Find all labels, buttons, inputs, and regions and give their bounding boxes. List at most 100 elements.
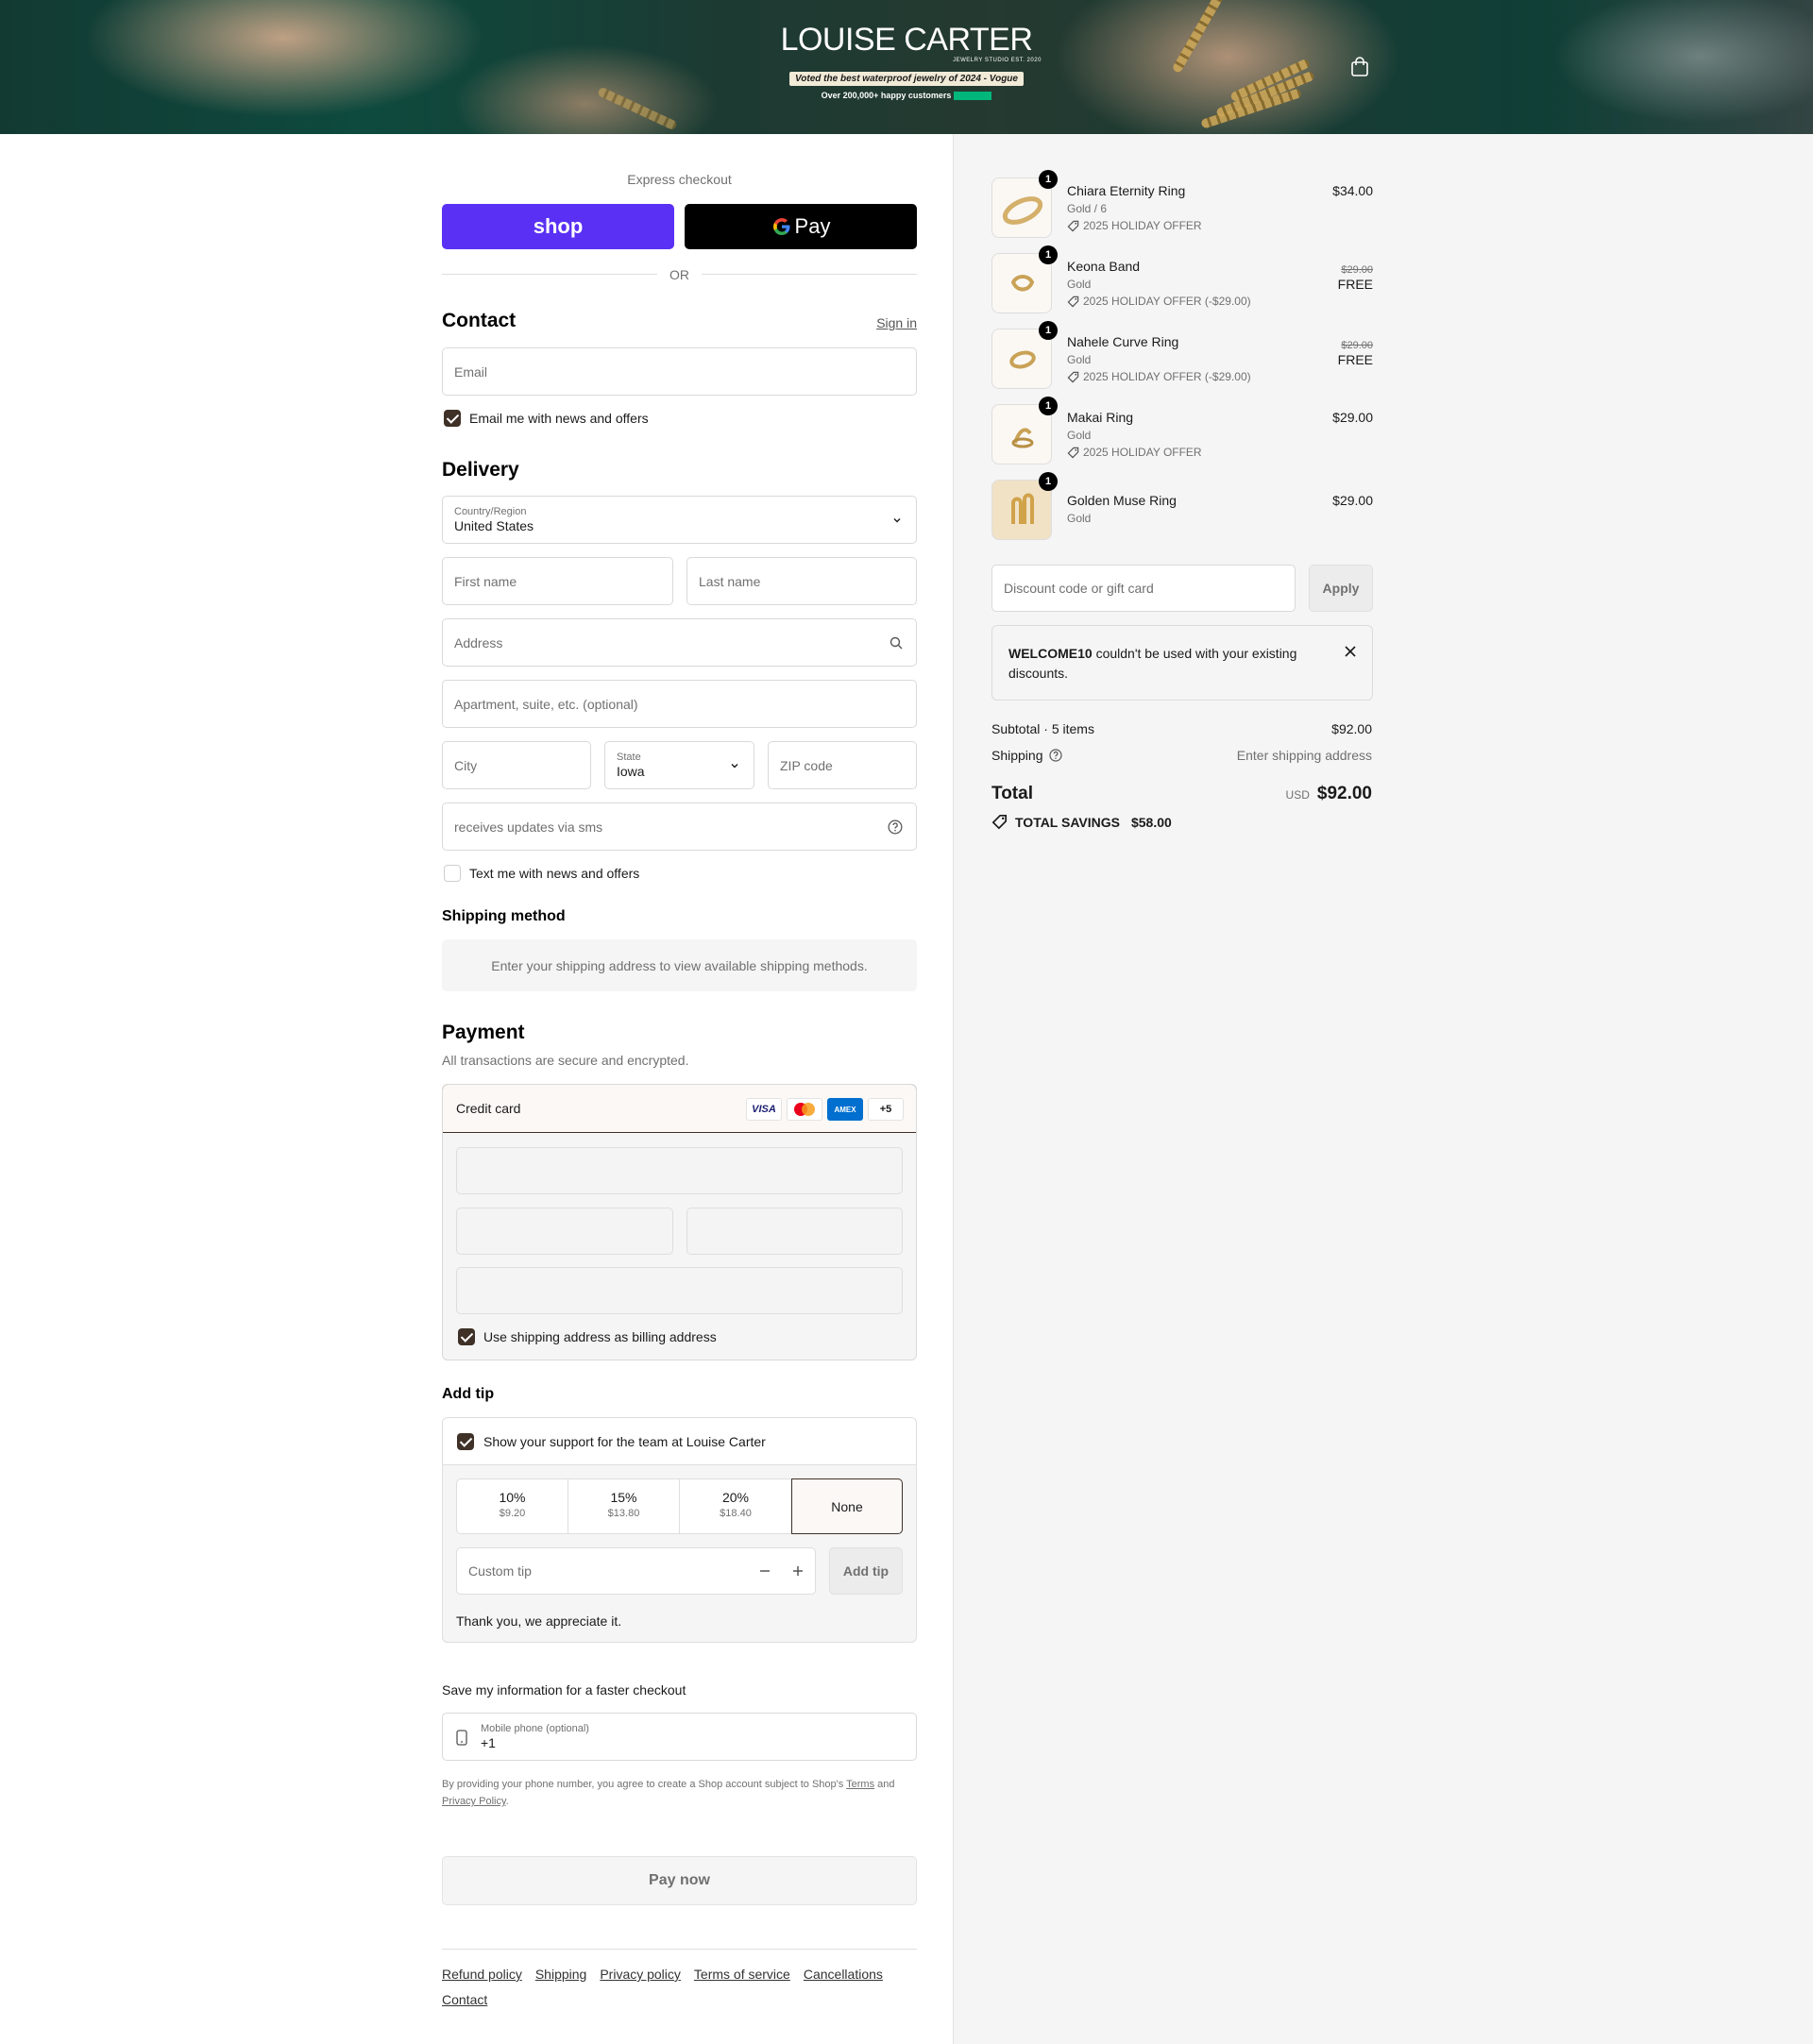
custom-tip-input[interactable]: Custom tip (456, 1547, 816, 1595)
item-price: $34.00 (1332, 183, 1373, 198)
pay-now-button[interactable]: Pay now (442, 1856, 917, 1905)
item-offer: 2025 HOLIDAY OFFER (-$29.00) (1067, 370, 1251, 383)
first-name-field[interactable]: First name (442, 557, 673, 605)
address-field[interactable]: Address (442, 618, 917, 667)
tip-option-10[interactable]: 10% $9.20 (457, 1479, 568, 1533)
quantity-badge: 1 (1039, 170, 1058, 189)
tip-option-none[interactable]: None (791, 1478, 903, 1534)
mobile-phone-stack: Mobile phone (optional) +1 (481, 1722, 589, 1751)
mobile-phone-field[interactable]: Mobile phone (optional) +1 (442, 1713, 917, 1761)
item-variant: Gold (1067, 429, 1092, 442)
city-field[interactable]: City (442, 741, 591, 789)
discount-placeholder: Discount code or gift card (1004, 581, 1154, 596)
quantity-badge: 1 (1039, 397, 1058, 415)
payment-box: Credit card VISA AMEX +5 Use shipping ad… (442, 1084, 917, 1360)
legal-period: . (505, 1796, 509, 1807)
strike-price: $29.00 (1341, 340, 1373, 351)
sms-news-label: Text me with news and offers (469, 866, 640, 881)
shipping-label: Shipping (991, 748, 1062, 763)
tip-option-amount: $9.20 (499, 1508, 526, 1519)
tip-options: 10% $9.20 15% $13.80 20% $18.40 None (456, 1478, 903, 1534)
shipping-link[interactable]: Shipping (535, 1966, 587, 1984)
tip-support-checkbox[interactable] (457, 1433, 474, 1450)
add-tip-title: Add tip (442, 1386, 495, 1402)
close-icon[interactable] (1344, 645, 1357, 658)
billing-same-checkbox[interactable] (458, 1328, 475, 1345)
total-value-block: USD $92.00 (1286, 784, 1372, 804)
total-value: $92.00 (1316, 784, 1372, 803)
email-field[interactable]: Email (442, 347, 917, 396)
more-cards-badge: +5 (868, 1098, 904, 1121)
total-savings: TOTAL SAVINGS $58.00 (991, 814, 1172, 830)
privacy-policy-link[interactable]: Privacy Policy (442, 1796, 506, 1807)
tip-thanks: Thank you, we appreciate it. (456, 1613, 622, 1629)
tip-option-15[interactable]: 15% $13.80 (568, 1479, 680, 1533)
country-value: United States (454, 518, 534, 533)
terms-of-service-link[interactable]: Terms of service (694, 1966, 790, 1984)
card-name-field[interactable] (456, 1267, 903, 1314)
google-g-icon (771, 216, 792, 237)
apartment-field[interactable]: Apartment, suite, etc. (optional) (442, 680, 917, 728)
sign-in-link[interactable]: Sign in (876, 315, 917, 330)
item-price: FREE (1337, 277, 1373, 292)
minus-icon[interactable] (759, 1565, 771, 1577)
item-original-price: $29.00 (1341, 336, 1373, 351)
card-expiry-field[interactable] (456, 1208, 673, 1255)
discount-notice-code: WELCOME10 (1008, 646, 1093, 661)
card-cvv-field[interactable] (686, 1208, 903, 1255)
last-name-field[interactable]: Last name (686, 557, 917, 605)
item-name: Chiara Eternity Ring (1067, 183, 1186, 198)
subtotal-value: $92.00 (1331, 721, 1372, 736)
legal-and: and (877, 1779, 895, 1790)
shipping-method-title: Shipping method (442, 908, 566, 924)
discount-notice-text: WELCOME10 couldn't be used with your exi… (1008, 644, 1311, 684)
email-news-checkbox[interactable] (444, 410, 461, 427)
shipping-label-text: Shipping (991, 748, 1043, 763)
card-number-field[interactable] (456, 1147, 903, 1194)
mobile-phone-icon (456, 1730, 467, 1746)
state-select[interactable]: State Iowa (604, 741, 754, 789)
footer-links: Refund policy Shipping Privacy policy Te… (442, 1966, 917, 2009)
cart-bag-icon[interactable] (1350, 57, 1369, 77)
item-name: Nahele Curve Ring (1067, 334, 1179, 349)
plus-icon[interactable] (792, 1565, 804, 1577)
refund-policy-link[interactable]: Refund policy (442, 1966, 522, 1984)
item-thumbnail: 1 (991, 170, 1058, 238)
item-price: $29.00 (1332, 493, 1373, 508)
cancellations-link[interactable]: Cancellations (804, 1966, 883, 1984)
mobile-phone-label: Mobile phone (optional) (481, 1723, 589, 1734)
privacy-policy-footer-link[interactable]: Privacy policy (600, 1966, 681, 1984)
country-select[interactable]: Country/Region United States (442, 496, 917, 544)
tip-support-row: Show your support for the team at Louise… (443, 1418, 916, 1465)
zip-placeholder: ZIP code (780, 757, 833, 773)
item-offer-text: 2025 HOLIDAY OFFER (-$29.00) (1083, 370, 1251, 383)
contact-link[interactable]: Contact (442, 1991, 487, 2009)
item-price: FREE (1337, 352, 1373, 367)
or-label: OR (669, 267, 689, 282)
apply-discount-button[interactable]: Apply (1309, 565, 1373, 612)
shop-pay-button[interactable]: shop (442, 204, 674, 249)
help-circle-icon[interactable] (1048, 749, 1062, 762)
sms-news-checkbox[interactable] (444, 865, 461, 882)
terms-link[interactable]: Terms (846, 1779, 874, 1790)
trustpilot-stars-icon (954, 92, 992, 101)
vogue-badge: Voted the best waterproof jewelry of 202… (789, 72, 1024, 86)
help-circle-icon[interactable] (888, 819, 903, 835)
add-tip-button[interactable]: Add tip (829, 1547, 903, 1595)
contact-title: Contact (442, 310, 517, 331)
billing-same-label: Use shipping address as billing address (483, 1329, 717, 1344)
tip-option-pct: 10% (499, 1490, 526, 1505)
item-offer-text: 2025 HOLIDAY OFFER (-$29.00) (1083, 295, 1251, 308)
chevron-down-icon (891, 515, 903, 526)
custom-tip-placeholder: Custom tip (468, 1563, 532, 1579)
google-pay-button[interactable]: Pay (685, 204, 917, 249)
save-info-title: Save my information for a faster checkou… (442, 1682, 686, 1698)
phone-field[interactable]: receives updates via sms (442, 802, 917, 851)
item-offer-text: 2025 HOLIDAY OFFER (1083, 219, 1202, 232)
discount-code-input[interactable]: Discount code or gift card (991, 565, 1296, 612)
tip-option-20[interactable]: 20% $18.40 (680, 1479, 791, 1533)
brand-logo[interactable]: LOUISE CARTER (0, 21, 1813, 59)
credit-card-option[interactable]: Credit card VISA AMEX +5 (443, 1085, 916, 1133)
zip-field[interactable]: ZIP code (768, 741, 917, 789)
apartment-placeholder: Apartment, suite, etc. (optional) (454, 696, 638, 712)
